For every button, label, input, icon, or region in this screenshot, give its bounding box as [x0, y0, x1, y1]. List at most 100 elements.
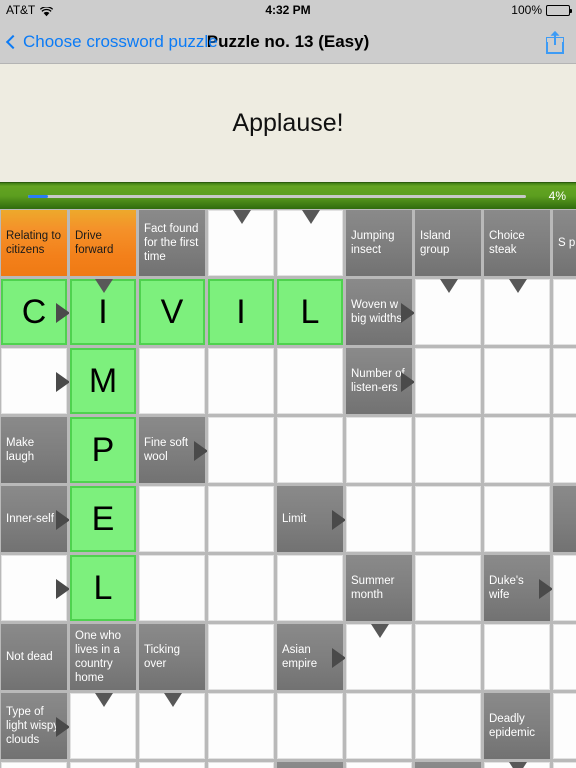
crossword-clue-cell[interactable]: Fact found for the first time	[138, 209, 207, 278]
crossword-empty-cell[interactable]	[207, 761, 276, 768]
crossword-filled-cell[interactable]: V	[138, 278, 207, 347]
crossword-empty-cell[interactable]	[552, 623, 576, 692]
crossword-clue-cell[interactable]: Make laugh	[0, 416, 69, 485]
answer-letter: M	[88, 362, 118, 400]
crossword-empty-cell[interactable]	[276, 347, 345, 416]
crossword-clue-cell[interactable]: Deadly epidemic	[483, 692, 552, 761]
cell-inner	[277, 762, 343, 768]
crossword-empty-cell[interactable]	[483, 278, 552, 347]
crossword-clue-cell[interactable]: Choice steak	[483, 209, 552, 278]
crossword-empty-cell[interactable]	[207, 209, 276, 278]
crossword-empty-cell[interactable]	[414, 485, 483, 554]
answer-letter: I	[236, 293, 246, 331]
crossword-filled-cell[interactable]: E	[69, 485, 138, 554]
clue-text: Limit	[282, 512, 307, 525]
back-button[interactable]: Choose crossword puzzle	[5, 32, 218, 52]
crossword-filled-cell[interactable]: I	[69, 278, 138, 347]
crossword-empty-cell[interactable]	[345, 416, 414, 485]
crossword-clue-cell[interactable]: Ticking over	[138, 623, 207, 692]
crossword-empty-cell[interactable]	[345, 761, 414, 768]
crossword-empty-cell[interactable]	[552, 554, 576, 623]
crossword-empty-cell[interactable]	[276, 554, 345, 623]
crossword-empty-cell[interactable]	[0, 761, 69, 768]
crossword-clue-cell[interactable]: S p	[552, 209, 576, 278]
cell-inner	[553, 279, 576, 345]
crossword-clue-cell[interactable]: Asian empire	[276, 623, 345, 692]
crossword-empty-cell[interactable]	[138, 761, 207, 768]
crossword-empty-cell[interactable]	[207, 623, 276, 692]
crossword-empty-cell[interactable]	[138, 485, 207, 554]
crossword-empty-cell[interactable]	[483, 623, 552, 692]
crossword-clue-cell[interactable]: Number of listen-ers	[345, 347, 414, 416]
navigation-bar: Choose crossword puzzle Puzzle no. 13 (E…	[0, 20, 576, 64]
crossword-empty-cell[interactable]	[345, 623, 414, 692]
crossword-empty-cell[interactable]	[483, 485, 552, 554]
crossword-clue-cell[interactable]: Not dead	[0, 623, 69, 692]
crossword-empty-cell[interactable]	[483, 416, 552, 485]
crossword-filled-cell[interactable]: L	[276, 278, 345, 347]
crossword-empty-cell[interactable]	[138, 347, 207, 416]
crossword-empty-cell[interactable]	[276, 692, 345, 761]
crossword-filled-cell[interactable]: L	[69, 554, 138, 623]
crossword-clue-cell[interactable]: Inner-self	[0, 485, 69, 554]
crossword-empty-cell[interactable]	[0, 554, 69, 623]
crossword-empty-cell[interactable]	[345, 692, 414, 761]
crossword-empty-cell[interactable]	[207, 416, 276, 485]
crossword-grid[interactable]: Relating to citizens Drive forward Fact fo…	[0, 209, 576, 768]
crossword-clue-cell[interactable]: Woven w big widths	[345, 278, 414, 347]
crossword-clue-cell[interactable]: Relating to citizens	[0, 209, 69, 278]
clue-text: Number of listen-ers	[351, 367, 405, 394]
crossword-empty-cell[interactable]	[207, 347, 276, 416]
clue-text: Deadly epidemic	[489, 712, 536, 739]
crossword-empty-cell[interactable]	[207, 485, 276, 554]
crossword-empty-cell[interactable]	[552, 278, 576, 347]
crossword-clue-cell[interactable]: Duke's wife	[483, 554, 552, 623]
crossword-empty-cell[interactable]	[483, 761, 552, 768]
crossword-filled-cell[interactable]: M	[69, 347, 138, 416]
crossword-empty-cell[interactable]	[483, 347, 552, 416]
crossword-filled-cell[interactable]: C	[0, 278, 69, 347]
crossword-empty-cell[interactable]	[207, 554, 276, 623]
crossword-empty-cell[interactable]	[276, 209, 345, 278]
crossword-clue-cell[interactable]: Jumping insect	[345, 209, 414, 278]
answer-letter: P	[91, 431, 115, 469]
crossword-empty-cell[interactable]	[138, 554, 207, 623]
crossword-filled-cell[interactable]: P	[69, 416, 138, 485]
crossword-empty-cell[interactable]	[414, 554, 483, 623]
crossword-empty-cell[interactable]	[207, 692, 276, 761]
cell-inner	[415, 348, 481, 414]
crossword-empty-cell[interactable]	[0, 347, 69, 416]
crossword-clue-cell[interactable]: Island group	[414, 209, 483, 278]
crossword-empty-cell[interactable]	[414, 692, 483, 761]
crossword-empty-cell[interactable]	[345, 485, 414, 554]
cell-inner	[1, 762, 67, 768]
status-right: 100%	[511, 3, 572, 17]
crossword-empty-cell[interactable]	[552, 761, 576, 768]
status-bar: AT&T 4:32 PM 100%	[0, 0, 576, 20]
arrow-right-icon	[194, 440, 207, 461]
crossword-clue-cell[interactable]: Limit	[276, 485, 345, 554]
crossword-empty-cell[interactable]	[552, 692, 576, 761]
crossword-clue-cell[interactable]: Type of light wispy clouds	[0, 692, 69, 761]
crossword-empty-cell[interactable]	[414, 416, 483, 485]
crossword-empty-cell[interactable]	[69, 761, 138, 768]
crossword-clue-cell[interactable]: One who lives in a country home	[69, 623, 138, 692]
crossword-empty-cell[interactable]	[69, 692, 138, 761]
crossword-empty-cell[interactable]	[552, 416, 576, 485]
share-button[interactable]	[542, 27, 568, 57]
cell-inner	[346, 486, 412, 552]
share-icon	[546, 30, 564, 54]
crossword-empty-cell[interactable]	[276, 416, 345, 485]
arrow-right-icon	[56, 716, 69, 737]
clue-text: Fact found for the first time	[144, 222, 199, 263]
crossword-empty-cell[interactable]	[552, 347, 576, 416]
crossword-clue-cell[interactable]: Summer month	[345, 554, 414, 623]
crossword-clue-cell[interactable]: Drive forward	[69, 209, 138, 278]
applause-banner: Applause!	[0, 64, 576, 182]
crossword-clue-cell[interactable]: Fine soft wool	[138, 416, 207, 485]
crossword-empty-cell[interactable]	[414, 623, 483, 692]
crossword-filled-cell[interactable]: I	[207, 278, 276, 347]
crossword-empty-cell[interactable]	[414, 347, 483, 416]
crossword-empty-cell[interactable]	[414, 278, 483, 347]
crossword-empty-cell[interactable]	[138, 692, 207, 761]
